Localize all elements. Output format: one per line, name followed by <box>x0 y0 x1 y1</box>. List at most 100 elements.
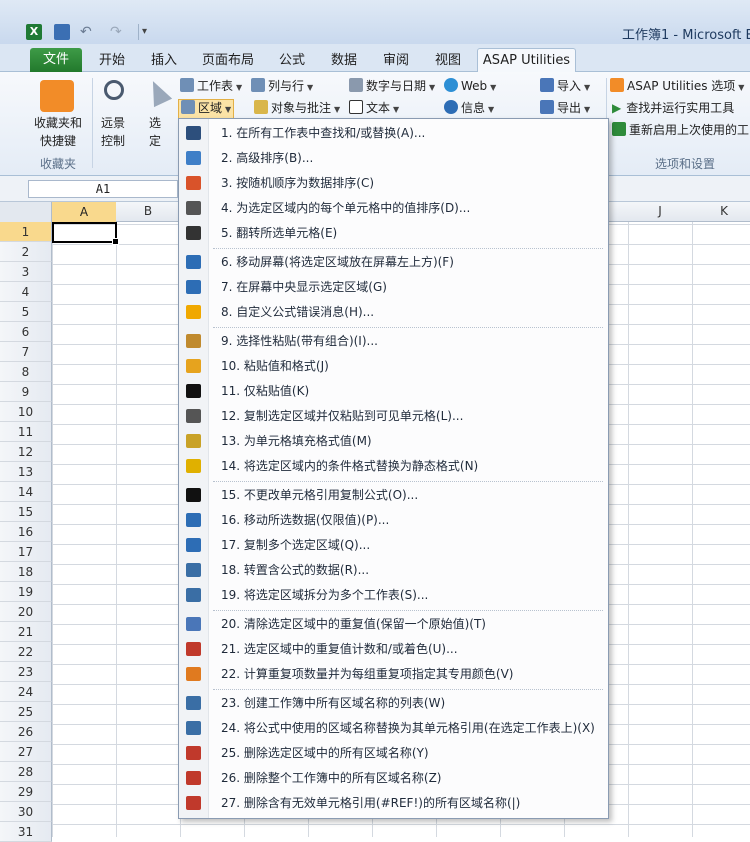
menu-item[interactable]: 14. 将选定区域内的条件格式替换为静态格式(N) <box>179 454 608 478</box>
row-header[interactable]: 19 <box>0 582 52 602</box>
row-header[interactable]: 17 <box>0 542 52 562</box>
menu-item[interactable]: 15. 不更改单元格引用复制公式(O)... <box>179 483 608 507</box>
row-header[interactable]: 9 <box>0 382 52 402</box>
row-header[interactable]: 25 <box>0 702 52 722</box>
info-button[interactable]: 信息 ▼ <box>444 100 494 118</box>
row-header[interactable]: 30 <box>0 802 52 822</box>
row-header[interactable]: 27 <box>0 742 52 762</box>
menu-item[interactable]: 16. 移动所选数据(仅限值)(P)... <box>179 508 608 532</box>
select-all-corner[interactable] <box>0 202 52 222</box>
objects-comments-button[interactable]: 对象与批注 ▼ <box>254 100 340 118</box>
row-header[interactable]: 12 <box>0 442 52 462</box>
menu-item[interactable]: 18. 转置含公式的数据(R)... <box>179 558 608 582</box>
column-header[interactable]: K <box>692 204 750 220</box>
row-header[interactable]: 2 <box>0 242 52 262</box>
menu-item[interactable]: 24. 将公式中使用的区域名称替换为其单元格引用(在选定工作表上)(X) <box>179 716 608 740</box>
fill-bucket-icon <box>186 459 201 473</box>
range-button[interactable]: 区域 ▼ <box>178 99 235 119</box>
favorites-button[interactable]: 收藏夹和 快捷键 <box>28 114 88 150</box>
favorites-icon[interactable] <box>40 80 74 112</box>
menu-item[interactable]: 2. 高级排序(B)... <box>179 146 608 170</box>
worksheet-button[interactable]: 工作表 ▼ <box>180 78 242 96</box>
restart-last-button[interactable]: 重新启用上次使用的工 <box>612 122 749 138</box>
tab-page-layout[interactable]: 页面布局 <box>198 50 258 72</box>
customize-qat-icon[interactable]: ▾ <box>142 24 158 40</box>
name-box[interactable]: A1 <box>28 180 178 198</box>
row-header[interactable]: 11 <box>0 422 52 442</box>
row-header[interactable]: 22 <box>0 642 52 662</box>
row-header[interactable]: 16 <box>0 522 52 542</box>
menu-item[interactable]: 21. 选定区域中的重复值计数和/或着色(U)... <box>179 637 608 661</box>
row-header[interactable]: 18 <box>0 562 52 582</box>
tab-formulas[interactable]: 公式 <box>272 50 312 72</box>
select-button[interactable]: 选 定 <box>140 114 170 150</box>
menu-item[interactable]: 5. 翻转所选单元格(E) <box>179 221 608 245</box>
row-header[interactable]: 15 <box>0 502 52 522</box>
tab-review[interactable]: 审阅 <box>376 50 416 72</box>
menu-item[interactable]: 1. 在所有工作表中查找和/或替换(A)... <box>179 121 608 145</box>
menu-item[interactable]: 12. 复制选定区域并仅粘贴到可见单元格(L)... <box>179 404 608 428</box>
tab-insert[interactable]: 插入 <box>144 50 184 72</box>
row-header[interactable]: 1 <box>0 222 52 242</box>
row-header[interactable]: 13 <box>0 462 52 482</box>
undo-icon[interactable]: ↶ <box>80 24 96 40</box>
menu-item[interactable]: 27. 删除含有无效单元格引用(#REF!)的所有区域名称(|) <box>179 791 608 815</box>
row-header[interactable]: 21 <box>0 622 52 642</box>
row-header[interactable]: 3 <box>0 262 52 282</box>
row-header[interactable]: 23 <box>0 662 52 682</box>
redo-icon[interactable]: ↷ <box>110 24 126 40</box>
menu-item[interactable]: 7. 在屏幕中央显示选定区域(G) <box>179 275 608 299</box>
asap-options-button[interactable]: ASAP Utilities 选项 ▼ <box>610 78 744 96</box>
text-button[interactable]: 文本 ▼ <box>349 100 399 118</box>
web-button[interactable]: Web ▼ <box>444 78 496 96</box>
row-header[interactable]: 29 <box>0 782 52 802</box>
find-run-button[interactable]: ▶ 查找并运行实用工具 <box>612 100 734 116</box>
row-header[interactable]: 26 <box>0 722 52 742</box>
row-header[interactable]: 10 <box>0 402 52 422</box>
numbers-dates-button[interactable]: 数字与日期 ▼ <box>349 78 435 96</box>
column-header[interactable]: A <box>52 202 116 222</box>
menu-item[interactable]: 19. 将选定区域拆分为多个工作表(S)... <box>179 583 608 607</box>
menu-item[interactable]: 17. 复制多个选定区域(Q)... <box>179 533 608 557</box>
row-header[interactable]: 28 <box>0 762 52 782</box>
menu-item[interactable]: 13. 为单元格填充格式值(M) <box>179 429 608 453</box>
menu-item[interactable]: 4. 为选定区域内的每个单元格中的值排序(D)... <box>179 196 608 220</box>
menu-item[interactable]: 23. 创建工作簿中所有区域名称的列表(W) <box>179 691 608 715</box>
column-header[interactable]: B <box>116 204 180 220</box>
tab-file[interactable]: 文件 <box>30 48 82 72</box>
tab-data[interactable]: 数据 <box>324 50 364 72</box>
magnifier-icon[interactable] <box>104 80 124 100</box>
columns-rows-button[interactable]: 列与行 ▼ <box>251 78 313 96</box>
menu-item[interactable]: 11. 仅粘贴值(K) <box>179 379 608 403</box>
row-header[interactable]: 5 <box>0 302 52 322</box>
cursor-icon[interactable] <box>143 76 173 108</box>
menu-item[interactable]: 20. 清除选定区域中的重复值(保留一个原始值)(T) <box>179 612 608 636</box>
save-icon[interactable] <box>54 24 70 40</box>
tab-asap-utilities[interactable]: ASAP Utilities <box>477 48 576 73</box>
row-header[interactable]: 20 <box>0 602 52 622</box>
row-header[interactable]: 4 <box>0 282 52 302</box>
menu-item[interactable]: 9. 选择性粘贴(带有组合)(I)... <box>179 329 608 353</box>
tab-home[interactable]: 开始 <box>92 50 132 72</box>
row-header[interactable]: 8 <box>0 362 52 382</box>
export-button[interactable]: 导出 ▼ <box>540 100 590 118</box>
menu-item[interactable]: 10. 粘贴值和格式(J) <box>179 354 608 378</box>
menu-item[interactable]: 3. 按随机顺序为数据排序(C) <box>179 171 608 195</box>
column-header[interactable]: J <box>628 204 692 220</box>
excel-logo-icon[interactable]: X <box>26 24 42 40</box>
row-header[interactable]: 6 <box>0 322 52 342</box>
import-button[interactable]: 导入 ▼ <box>540 78 590 96</box>
menu-item[interactable]: 25. 删除选定区域中的所有区域名称(Y) <box>179 741 608 765</box>
menu-item[interactable]: 8. 自定义公式错误消息(H)... <box>179 300 608 324</box>
row-header[interactable]: 24 <box>0 682 52 702</box>
numbers-dates-icon <box>349 78 363 92</box>
row-header[interactable]: 7 <box>0 342 52 362</box>
tab-view[interactable]: 视图 <box>428 50 468 72</box>
menu-item[interactable]: 22. 计算重复项数量并为每组重复项指定其专用颜色(V) <box>179 662 608 686</box>
menu-item[interactable]: 26. 删除整个工作簿中的所有区域名称(Z) <box>179 766 608 790</box>
remote-control-button[interactable]: 远景 控制 <box>96 114 130 150</box>
active-cell[interactable] <box>52 222 119 245</box>
row-header[interactable]: 14 <box>0 482 52 502</box>
menu-item[interactable]: 6. 移动屏幕(将选定区域放在屏幕左上方)(F) <box>179 250 608 274</box>
row-header[interactable]: 31 <box>0 822 52 842</box>
